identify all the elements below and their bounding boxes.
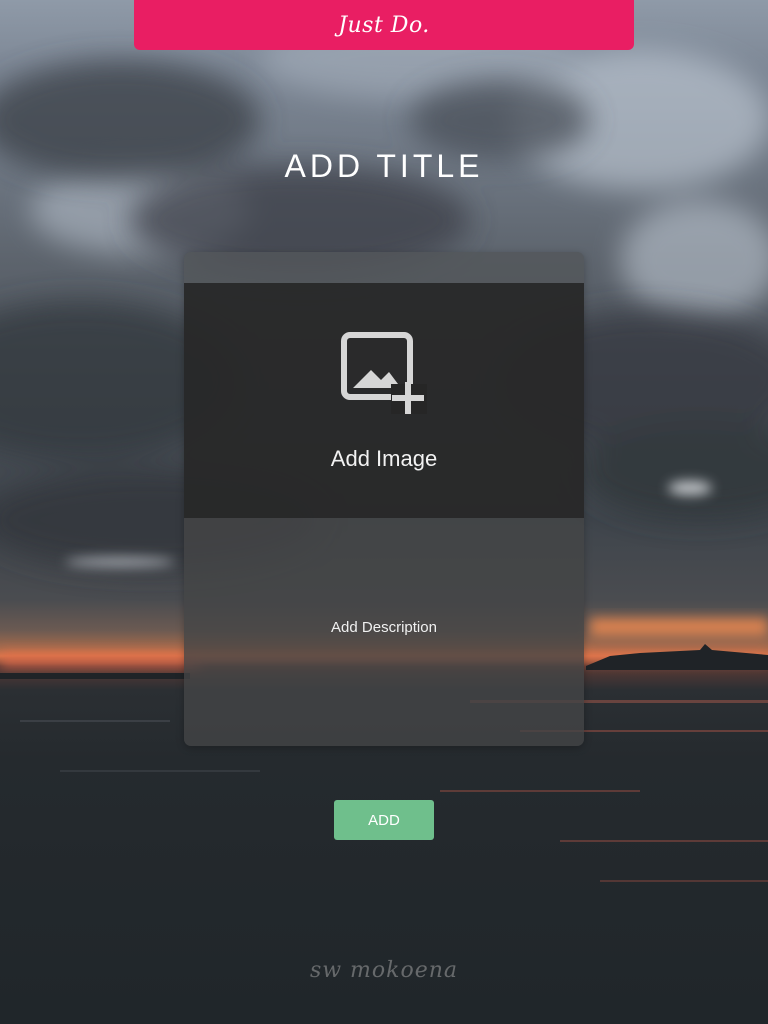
add-photo-icon [341,332,427,414]
title-input[interactable]: ADD TITLE [0,148,768,185]
entry-card: Add Image Add Description [184,252,584,746]
app-header: Just Do. [134,0,634,50]
author-signature: sw mokoena [309,958,459,983]
description-input[interactable]: Add Description [184,518,584,746]
add-image-label: Add Image [330,446,438,471]
description-placeholder: Add Description [331,619,437,636]
add-image-area[interactable]: Add Image [184,283,584,518]
card-header-strip [184,252,584,283]
app-brand-logo[interactable]: Just Do. [338,13,430,38]
add-button[interactable]: ADD [334,800,434,840]
